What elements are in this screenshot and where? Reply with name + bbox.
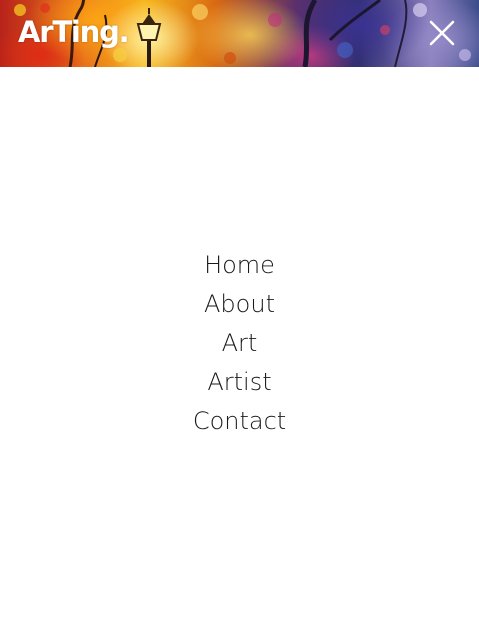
header-banner: ArTing. (0, 0, 479, 67)
nav-item-art[interactable]: Art (0, 324, 479, 363)
main-nav-menu: Home About Art Artist Contact (0, 246, 479, 441)
close-menu-button[interactable] (426, 17, 458, 49)
logo[interactable]: ArTing. (18, 13, 130, 51)
nav-item-home[interactable]: Home (0, 246, 479, 285)
nav-item-about[interactable]: About (0, 285, 479, 324)
close-icon (429, 20, 455, 46)
nav-item-artist[interactable]: Artist (0, 363, 479, 402)
nav-item-contact[interactable]: Contact (0, 402, 479, 441)
